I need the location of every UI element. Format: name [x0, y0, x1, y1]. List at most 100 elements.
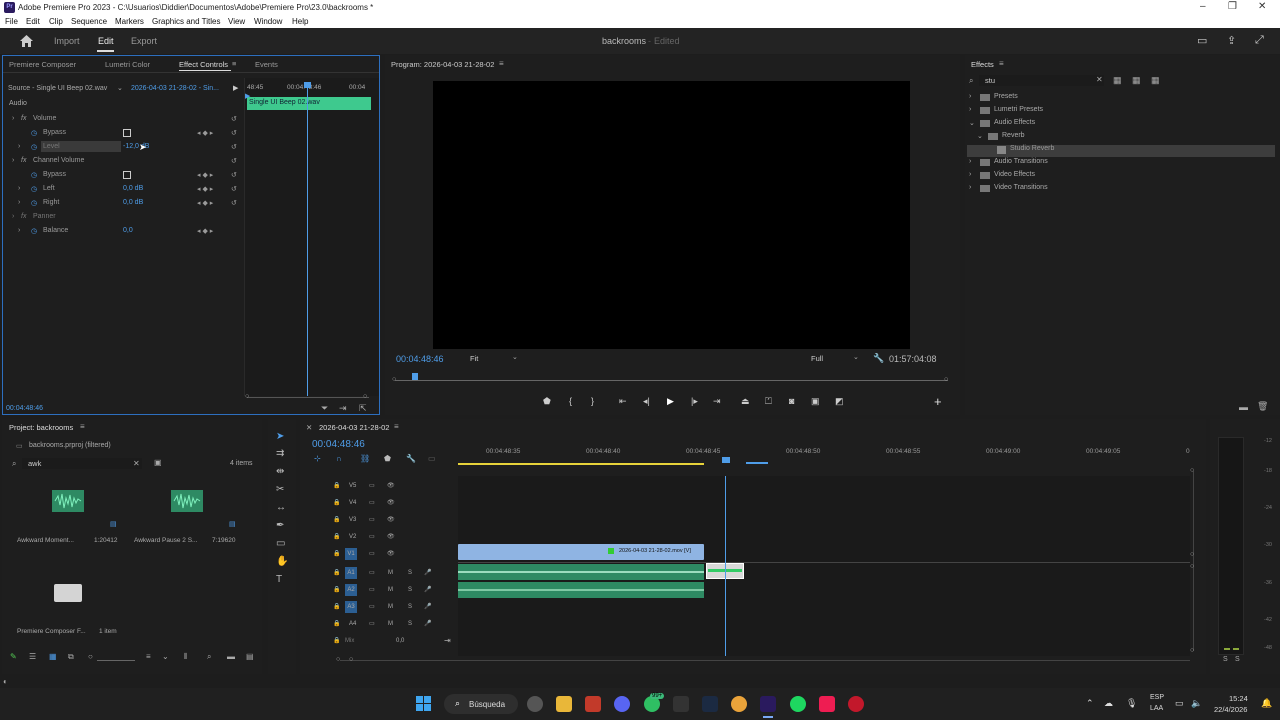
- selection-tool-icon[interactable]: ➤: [276, 431, 284, 442]
- tab-effect-controls[interactable]: Effect Controls: [179, 60, 228, 69]
- horizontal-scrollbar[interactable]: [340, 660, 1190, 661]
- snap-icon[interactable]: ∩: [336, 454, 342, 463]
- windows-start-icon[interactable]: [416, 696, 431, 711]
- track-select-icon[interactable]: ⇉: [276, 448, 284, 459]
- solo-left-button[interactable]: S: [1223, 656, 1228, 663]
- menu-file[interactable]: File: [5, 17, 18, 26]
- expand-icon[interactable]: ⇱: [359, 403, 367, 414]
- solo-right-button[interactable]: S: [1235, 656, 1240, 663]
- accelerated-effects-icon[interactable]: ▦: [1113, 75, 1122, 86]
- pen-tool-icon[interactable]: ✒: [276, 520, 284, 531]
- mic-icon[interactable]: 🎙: [1126, 698, 1137, 709]
- project-search-input[interactable]: awk: [22, 458, 142, 469]
- vr-icon[interactable]: ◩: [835, 396, 844, 407]
- menu-view[interactable]: View: [228, 17, 245, 26]
- close-icon[interactable]: ✕: [306, 423, 312, 432]
- spotify-icon[interactable]: [790, 696, 806, 712]
- list-view-icon[interactable]: ☰: [29, 652, 36, 661]
- menu-markers[interactable]: Markers: [115, 17, 144, 26]
- go-to-out-icon[interactable]: ⇥: [713, 396, 721, 407]
- ec-balance-row[interactable]: › ◷ Balance 0,0 ◂ ◆ ▸: [9, 224, 245, 238]
- add-button[interactable]: +: [934, 394, 942, 409]
- panel-menu-icon[interactable]: ≡: [999, 59, 1004, 68]
- ec-panner-row[interactable]: › fx Panner: [9, 210, 245, 224]
- ec-level-row[interactable]: › ◷ Level -12,0 dB ➤ ↺: [9, 140, 245, 154]
- menu-help[interactable]: Help: [292, 17, 308, 26]
- opera-icon[interactable]: [848, 696, 864, 712]
- ec-playhead[interactable]: [307, 82, 308, 396]
- file-explorer-icon[interactable]: [556, 696, 572, 712]
- icon-view-icon[interactable]: ▦: [49, 652, 57, 661]
- ec-clip[interactable]: Single UI Beep 02.wav: [247, 97, 371, 110]
- zoom-slider-handle[interactable]: ○: [88, 652, 93, 661]
- panel-menu-icon[interactable]: ≡: [80, 422, 85, 431]
- delete-icon[interactable]: 🗑: [1257, 401, 1268, 412]
- timeline-playhead[interactable]: [725, 476, 726, 656]
- program-timecode[interactable]: 00:04:48:46: [396, 354, 444, 364]
- track-v4[interactable]: 🔒 V4 ▭ 👁: [330, 496, 458, 510]
- cloud-icon[interactable]: ☁: [1104, 698, 1113, 709]
- taskbar-search[interactable]: ⌕ Búsqueda: [444, 694, 518, 714]
- reset-icon[interactable]: ↺: [231, 115, 237, 123]
- panel-menu-icon[interactable]: ≡: [394, 422, 399, 431]
- sequence-dropdown[interactable]: 2026-04-03 21-28-02 - Sin...: [131, 85, 219, 92]
- chevron-down-icon[interactable]: ⌄: [853, 353, 859, 361]
- menu-graphics[interactable]: Graphics and Titles: [152, 17, 220, 26]
- panel-layout-icon[interactable]: ▭: [1197, 34, 1207, 47]
- play-button[interactable]: ▶: [667, 396, 674, 407]
- menu-window[interactable]: Window: [254, 17, 282, 26]
- comparison-icon[interactable]: ▣: [811, 396, 820, 407]
- audio-clip-a1[interactable]: [458, 564, 704, 580]
- tab-lumetri-color[interactable]: Lumetri Color: [105, 60, 150, 69]
- clock-date[interactable]: 22/4/2026: [1214, 705, 1247, 714]
- slip-tool-icon[interactable]: ↔: [276, 502, 286, 513]
- ec-bypass-row[interactable]: ◷ Bypass ◂ ◆ ▸ ↺: [9, 126, 245, 140]
- type-tool-icon[interactable]: T: [276, 574, 282, 585]
- minimize-icon[interactable]: –: [1200, 1, 1206, 12]
- tab-premiere-composer[interactable]: Premiere Composer: [9, 60, 76, 69]
- ec-timecode[interactable]: 00:04:48:46: [6, 405, 43, 412]
- 32bit-effects-icon[interactable]: ▦: [1132, 75, 1141, 86]
- ec-left-row[interactable]: › ◷ Left 0,0 dB ◂ ◆ ▸ ↺: [9, 182, 245, 196]
- timeline-timecode[interactable]: 00:04:48:46: [312, 439, 365, 450]
- track-a4[interactable]: 🔒 A4 ▭ M S 🎤: [330, 617, 458, 631]
- close-icon[interactable]: ✕: [1258, 1, 1266, 12]
- menu-clip[interactable]: Clip: [49, 17, 63, 26]
- ec-volume-row[interactable]: › fx Volume ↺: [9, 112, 245, 126]
- mark-out-icon[interactable]: }: [591, 396, 594, 406]
- track-area[interactable]: 2026-04-03 21-28-02.mov [V]: [458, 476, 1190, 656]
- lift-icon[interactable]: ⏏: [741, 396, 750, 407]
- work-area-bar[interactable]: [458, 463, 704, 465]
- network-icon[interactable]: ▭: [1175, 698, 1184, 709]
- tree-audio-effects[interactable]: ⌄ Audio Effects: [969, 119, 1269, 131]
- track-a3[interactable]: 🔒 A3 ▭ M S 🎤: [330, 600, 458, 614]
- play-icon[interactable]: ▶: [233, 84, 238, 92]
- sort-icon[interactable]: ≡: [146, 652, 151, 661]
- notifications-icon[interactable]: 🔔: [1261, 698, 1272, 709]
- automate-icon[interactable]: ⫴: [184, 652, 187, 662]
- menu-sequence[interactable]: Sequence: [71, 17, 107, 26]
- wrench-icon[interactable]: 🔧: [406, 454, 416, 463]
- tab-import[interactable]: Import: [54, 36, 80, 46]
- ec-mini-timeline[interactable]: 48:45 00:04:48:46 00:04 Single UI Beep 0…: [244, 78, 379, 396]
- camera-icon[interactable]: ◙: [789, 396, 794, 406]
- timeline-playhead-handle[interactable]: [722, 457, 730, 463]
- tab-events[interactable]: Events: [255, 60, 278, 69]
- ec-channel-bypass-row[interactable]: ◷ Bypass ◂ ◆ ▸ ↺: [9, 168, 245, 182]
- new-item-icon[interactable]: ▤: [246, 652, 254, 661]
- video-frame[interactable]: [433, 81, 910, 349]
- tree-reverb[interactable]: ⌄ Reverb: [977, 132, 1267, 144]
- razor-tool-icon[interactable]: ✂: [276, 484, 284, 495]
- zoom-handle-left[interactable]: ○: [245, 393, 249, 400]
- filter-icon[interactable]: ⏷: [321, 403, 328, 414]
- chrome-icon[interactable]: [731, 696, 747, 712]
- scrub-bar[interactable]: [395, 380, 948, 381]
- epic-games-icon[interactable]: [673, 696, 689, 712]
- tree-lumetri-presets[interactable]: › Lumetri Presets: [969, 106, 1269, 118]
- chevron-up-icon[interactable]: ⌃: [1086, 698, 1094, 709]
- tree-studio-reverb[interactable]: Studio Reverb: [967, 145, 1275, 157]
- effects-search-input[interactable]: stu: [979, 75, 1104, 86]
- track-v2[interactable]: 🔒 V2 ▭ 👁: [330, 530, 458, 544]
- captions-icon[interactable]: ▭: [428, 454, 436, 463]
- tab-export[interactable]: Export: [131, 36, 157, 46]
